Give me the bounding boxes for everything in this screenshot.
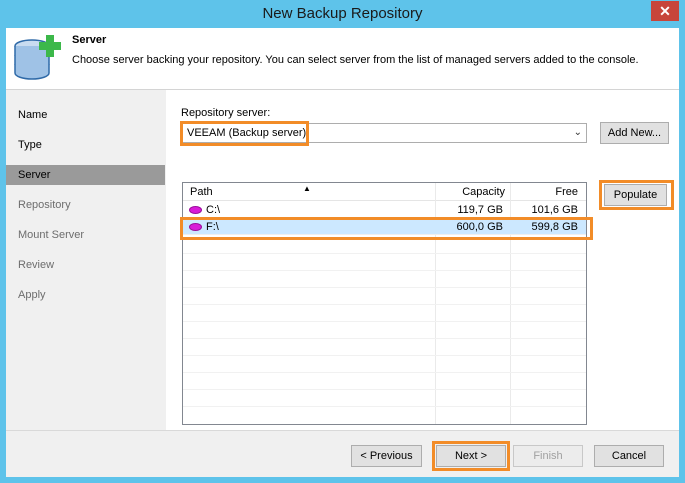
close-button[interactable]: ✕ [651, 1, 679, 21]
table-row-selected[interactable]: F:\ 600,0 GB 599,8 GB [183, 219, 586, 235]
grid-line [183, 389, 586, 390]
disk-icon [189, 223, 202, 231]
dialog-window: New Backup Repository ✕ Server Choose se… [0, 0, 685, 483]
column-path[interactable]: Path [190, 183, 213, 201]
sort-ascending-icon: ▲ [303, 184, 311, 193]
column-capacity[interactable]: Capacity [435, 183, 505, 201]
step-name[interactable]: Name [6, 105, 165, 125]
step-mount-server: Mount Server [18, 229, 85, 241]
grid-line [183, 253, 586, 254]
finish-button: Finish [513, 445, 583, 467]
cancel-button[interactable]: Cancel [594, 445, 664, 467]
grid-line [183, 304, 586, 305]
wizard-steps: Name Type Server Repository Mount Server… [6, 90, 166, 430]
step-repository: Repository [18, 199, 71, 211]
chevron-down-icon: ⌄ [573, 127, 582, 138]
table-row[interactable]: C:\ 119,7 GB 101,6 GB [183, 202, 586, 218]
grid-line [183, 338, 586, 339]
populate-button[interactable]: Populate [604, 184, 667, 206]
row-free: 599,8 GB [531, 221, 578, 233]
step-title: Server [72, 34, 107, 46]
grid-line [183, 372, 586, 373]
previous-button[interactable]: < Previous [351, 445, 422, 467]
row-capacity: 119,7 GB [457, 204, 503, 216]
repository-server-select[interactable]: VEEAM (Backup server) ⌄ [181, 123, 587, 143]
grid-line [183, 270, 586, 271]
row-capacity: 600,0 GB [456, 221, 503, 233]
volumes-table[interactable]: Path ▲ Capacity Free C:\ 119,7 GB 101,6 … [182, 182, 587, 425]
next-button[interactable]: Next > [436, 445, 506, 467]
row-path: F:\ [206, 221, 219, 233]
row-path: C:\ [206, 204, 221, 216]
row-free: 101,6 GB [531, 204, 578, 216]
wizard-header: Server Choose server backing your reposi… [6, 28, 679, 90]
window-title: New Backup Repository [262, 5, 423, 22]
dialog-body: Server Choose server backing your reposi… [6, 28, 679, 477]
table-header: Path ▲ Capacity Free [183, 183, 586, 201]
grid-line [183, 287, 586, 288]
database-add-icon [14, 35, 61, 80]
add-new-button[interactable]: Add New... [600, 122, 669, 144]
grid-line [183, 406, 586, 407]
server-step-content: Repository server: VEEAM (Backup server)… [166, 90, 679, 430]
column-free[interactable]: Free [511, 183, 578, 201]
step-review: Review [18, 259, 55, 271]
wizard-footer: < Previous Next > Finish Cancel [6, 430, 679, 477]
repository-server-label: Repository server: [181, 107, 271, 119]
title-bar: New Backup Repository ✕ [0, 0, 685, 28]
grid-line [183, 321, 586, 322]
step-server[interactable]: Server [6, 165, 165, 185]
step-description: Choose server backing your repository. Y… [72, 54, 639, 66]
step-type[interactable]: Type [6, 135, 165, 155]
close-icon: ✕ [659, 2, 671, 19]
repository-server-value: VEEAM (Backup server) [187, 127, 307, 139]
grid-line [183, 355, 586, 356]
disk-icon [189, 206, 202, 214]
step-apply: Apply [18, 289, 46, 301]
